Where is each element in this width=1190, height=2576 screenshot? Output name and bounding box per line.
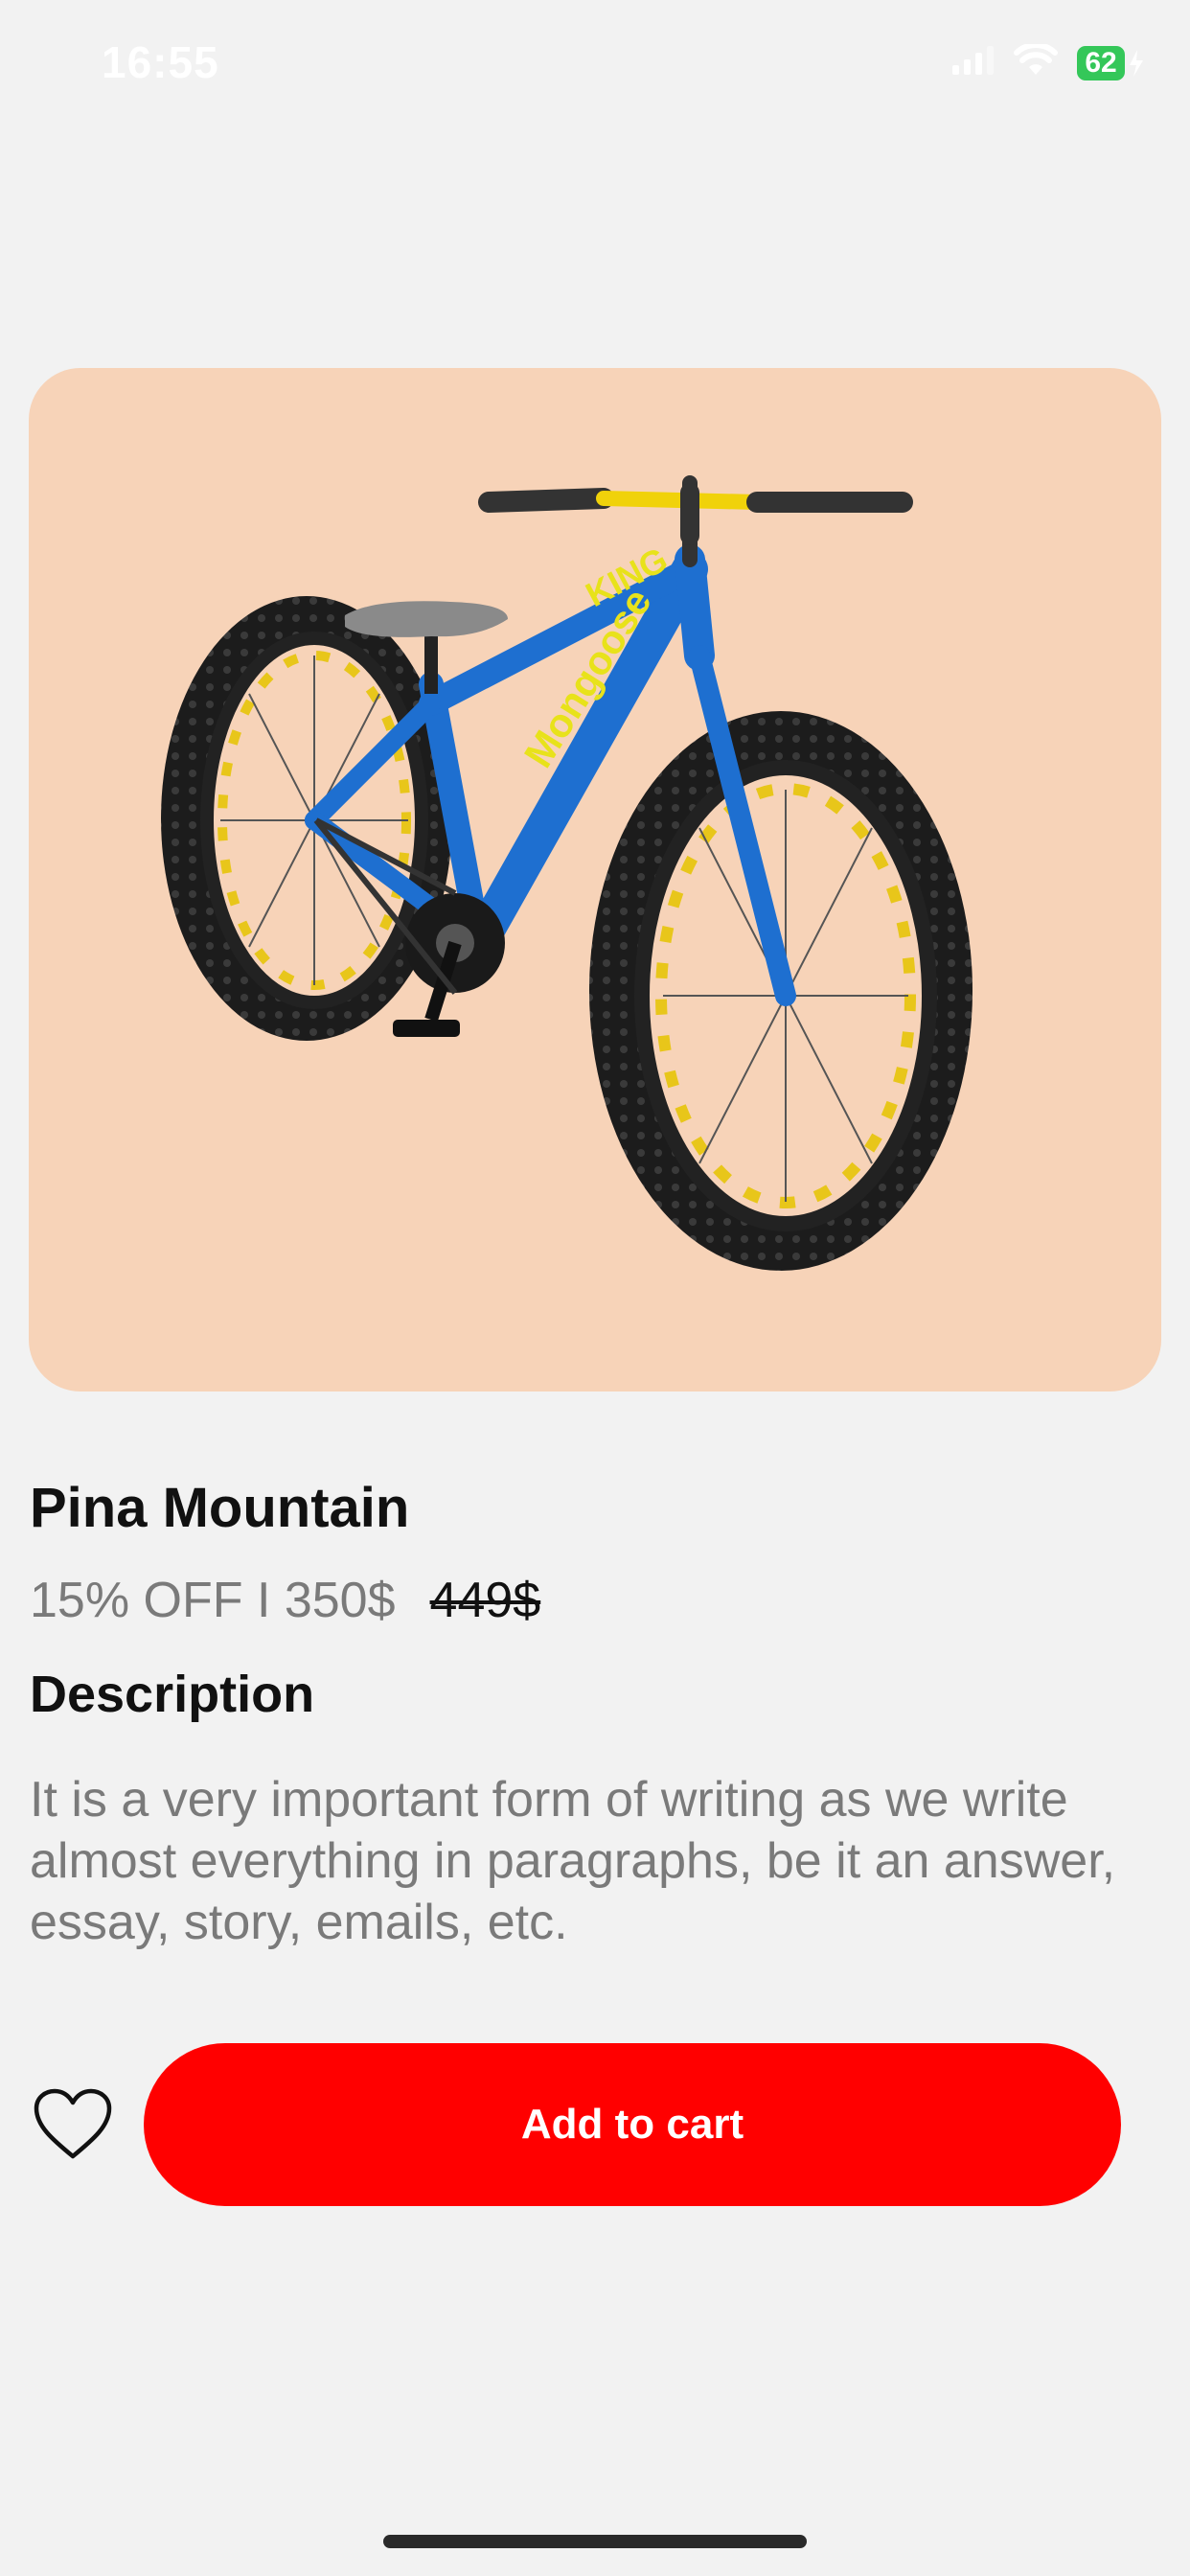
home-indicator[interactable] bbox=[383, 2535, 807, 2548]
add-to-cart-label: Add to cart bbox=[520, 2101, 744, 2148]
battery-icon: 62 bbox=[1077, 45, 1143, 80]
cellular-signal-icon bbox=[952, 46, 995, 80]
price-line: 15% OFF I 350$ 449$ bbox=[30, 1572, 540, 1629]
charging-bolt-icon bbox=[1130, 49, 1143, 77]
battery-level: 62 bbox=[1085, 46, 1117, 79]
heart-outline-icon bbox=[34, 2088, 112, 2159]
status-bar: 16:55 62 bbox=[0, 0, 1190, 134]
favorite-button[interactable] bbox=[27, 2078, 119, 2170]
discount-price: 15% OFF I 350$ bbox=[30, 1573, 396, 1628]
status-time: 16:55 bbox=[102, 37, 219, 87]
product-title: Pina Mountain bbox=[30, 1477, 410, 1539]
old-price: 449$ bbox=[429, 1573, 541, 1628]
status-icons: 62 bbox=[952, 42, 1143, 81]
product-image: Mongoose KING bbox=[29, 368, 1161, 1392]
wifi-icon bbox=[1014, 42, 1058, 81]
add-to-cart-button[interactable]: Add to cart bbox=[144, 2043, 1121, 2206]
description-heading: Description bbox=[30, 1666, 315, 1723]
handlebar bbox=[478, 483, 913, 545]
description-text: It is a very important form of writing a… bbox=[30, 1772, 1116, 1950]
bike-illustration: Mongoose KING bbox=[161, 475, 973, 1271]
